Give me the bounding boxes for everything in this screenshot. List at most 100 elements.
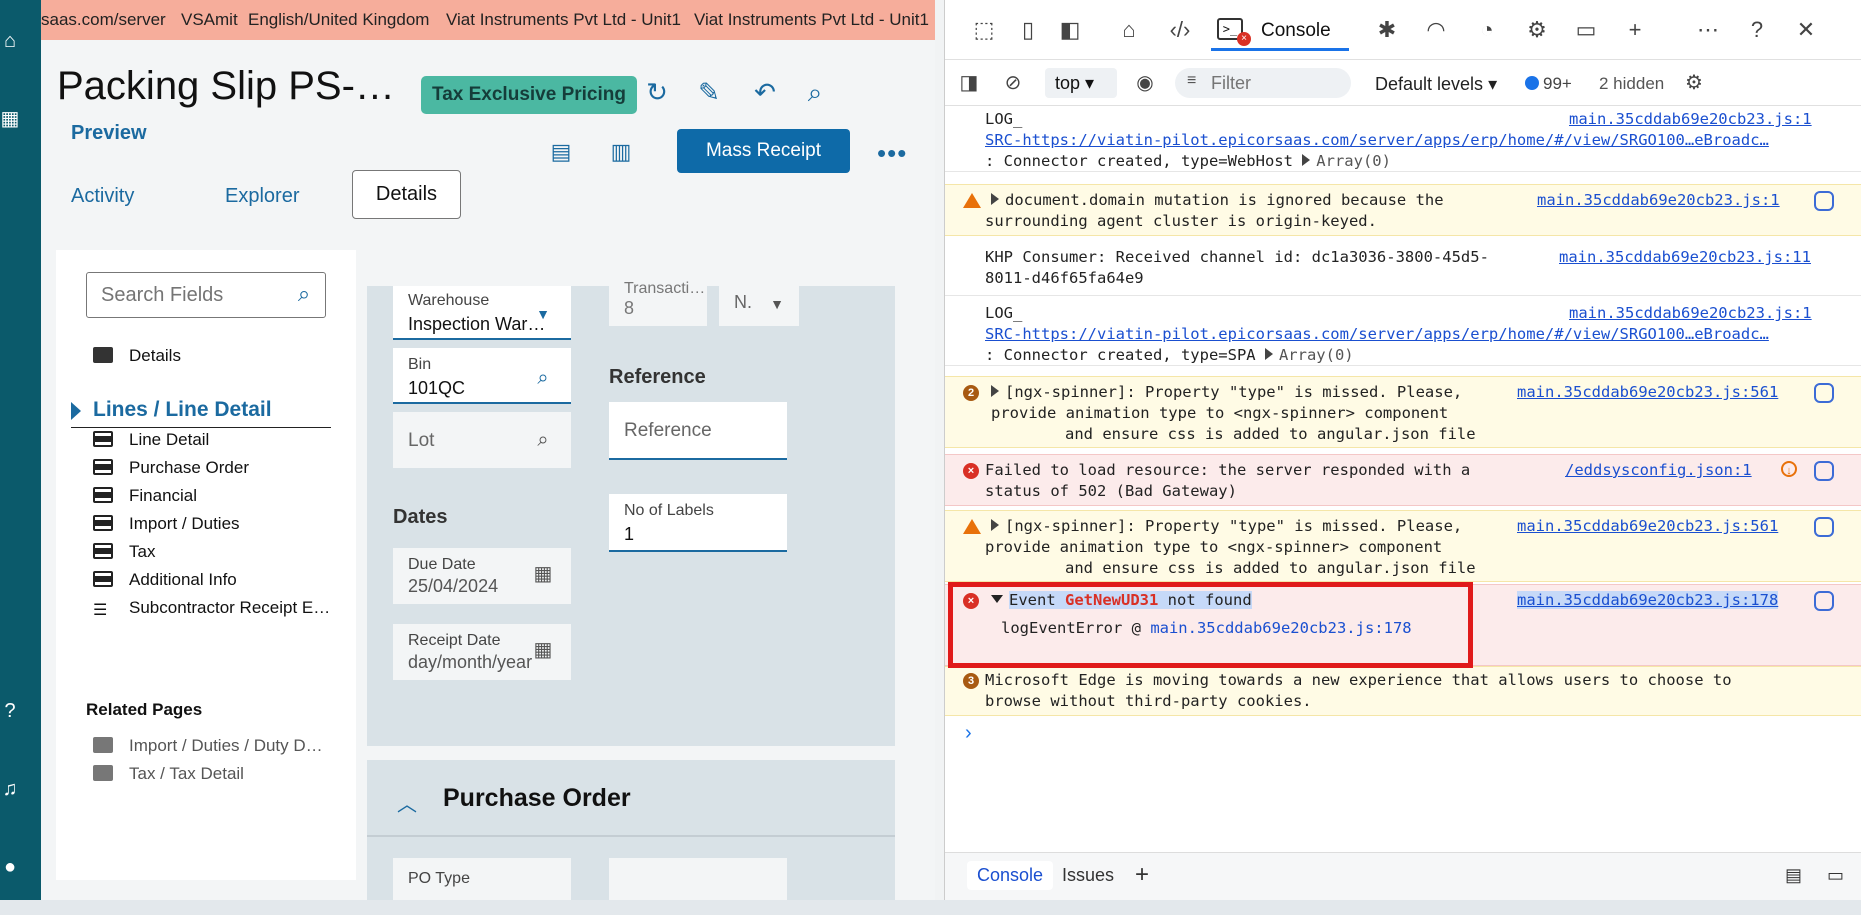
due-date-field[interactable]: Due Date 25/04/2024 ▦ <box>393 548 571 604</box>
performance-gauge-icon[interactable]: ◔ <box>1472 16 1502 44</box>
network-request-icon[interactable]: ↓ <box>1781 461 1797 477</box>
po-field-empty[interactable] <box>609 858 787 900</box>
console-message-warning[interactable]: document.domain mutation is ignored beca… <box>945 184 1861 236</box>
source-link[interactable]: /eddsysconfig.json:1 <box>1565 461 1752 479</box>
calendar-icon[interactable]: ▦ <box>531 638 555 662</box>
lot-field[interactable]: Lot ⌕ <box>393 412 571 468</box>
purchase-order-title[interactable]: Purchase Order <box>443 784 631 813</box>
related-import-duties[interactable]: Import / Duties / Duty D… <box>93 736 323 762</box>
tree-item-line-detail[interactable]: Line Detail <box>93 430 209 456</box>
reference-field[interactable]: Reference <box>609 402 787 460</box>
issues-count-badge[interactable]: 99+ <box>1525 74 1572 94</box>
application-window-icon[interactable]: ▭ <box>1571 16 1601 44</box>
device-emulation-icon[interactable]: ▯ <box>1013 16 1043 44</box>
expand-caret-icon[interactable] <box>991 519 999 531</box>
user-icon[interactable]: ● <box>0 856 20 878</box>
tree-item-financial[interactable]: Financial <box>93 486 197 512</box>
stack-source-link[interactable]: main.35cddab69e20cb23.js:178 <box>1150 619 1411 637</box>
source-link[interactable]: main.35cddab69e20cb23.js:1 <box>1537 191 1780 209</box>
tree-item-import-duties[interactable]: Import / Duties <box>93 514 240 540</box>
inspect-element-icon[interactable]: ⬚ <box>969 16 999 44</box>
console-message-warning[interactable]: [ngx-spinner]: Property "type" is missed… <box>945 510 1861 582</box>
expand-caret-icon[interactable] <box>1302 154 1311 166</box>
filter-input[interactable] <box>1211 68 1341 98</box>
tree-header-lines[interactable]: Lines / Line Detail <box>71 398 331 428</box>
welcome-home-icon[interactable]: ⌂ <box>1114 16 1144 44</box>
help-icon[interactable]: ? <box>0 700 20 722</box>
source-link[interactable]: main.35cddab69e20cb23.js:561 <box>1517 383 1778 401</box>
tab-activity[interactable]: Activity <box>71 185 134 208</box>
source-link[interactable]: main.35cddab69e20cb23.js:11 <box>1559 248 1811 266</box>
chevron-down-icon[interactable]: ▼ <box>531 302 555 326</box>
n-dropdown[interactable]: N. ▼ <box>719 286 799 326</box>
home-icon[interactable]: ⌂ <box>0 30 20 52</box>
transaction-field[interactable]: Transacti… 8 <box>609 280 707 326</box>
undo-icon[interactable]: ↶ <box>747 74 783 110</box>
console-message-log[interactable]: KHP Consumer: Received channel id: dc1a3… <box>945 244 1861 296</box>
undock-icon[interactable]: ▭ <box>1827 865 1844 886</box>
search-lookup-icon[interactable]: ⌕ <box>531 366 555 390</box>
copilot-explain-icon[interactable] <box>1814 191 1834 211</box>
tab-explorer[interactable]: Explorer <box>225 185 299 208</box>
search-icon[interactable]: ⌕ <box>797 74 833 110</box>
search-icon[interactable]: ⌕ <box>291 281 317 307</box>
panel-icon[interactable]: ▤ <box>543 134 579 170</box>
console-message-warning-group[interactable]: 2 [ngx-spinner]: Property "type" is miss… <box>945 376 1861 448</box>
chart-icon[interactable]: ▥ <box>603 134 639 170</box>
tab-console[interactable]: >_ × Console <box>1211 14 1349 52</box>
help-icon[interactable]: ? <box>1742 16 1772 44</box>
network-wifi-icon[interactable]: ◠ <box>1421 16 1451 44</box>
console-prompt-icon[interactable]: › <box>965 722 972 745</box>
bin-field[interactable]: Bin 101QC ⌕ <box>393 348 571 404</box>
close-icon[interactable]: ✕ <box>1791 16 1821 44</box>
clear-brush-icon[interactable]: ✎ <box>691 74 727 110</box>
console-message-log[interactable]: LOG_ SRC-https://viatin-pilot.epicorsaas… <box>945 300 1861 366</box>
preview-link[interactable]: Preview <box>71 122 147 145</box>
apps-grid-icon[interactable]: ▦ <box>0 108 20 130</box>
context-select[interactable]: top ▾ <box>1045 68 1117 98</box>
tree-item-additional-info[interactable]: Additional Info <box>93 570 237 596</box>
receipt-date-field[interactable]: Receipt Date day/month/year ▦ <box>393 624 571 680</box>
elements-code-icon[interactable]: ‹/› <box>1165 16 1195 44</box>
bug-icon[interactable]: ✱ <box>1372 16 1402 44</box>
dock-drawer-icon[interactable]: ▤ <box>1785 865 1802 886</box>
tree-item-details[interactable]: Details <box>93 346 181 372</box>
copilot-explain-icon[interactable] <box>1814 461 1834 481</box>
search-fields-input[interactable] <box>87 273 287 317</box>
po-type-field[interactable]: PO Type <box>393 858 571 900</box>
expand-caret-icon[interactable] <box>991 385 999 397</box>
drawer-tab-issues[interactable]: Issues <box>1062 865 1114 886</box>
expand-caret-icon[interactable] <box>1264 348 1273 360</box>
clear-console-icon[interactable]: ⊘ <box>999 69 1027 97</box>
console-message-error-getnewud31[interactable]: × Event GetNewUD31 not found logEventErr… <box>945 584 1861 666</box>
log-levels-select[interactable]: Default levels ▾ <box>1375 74 1497 95</box>
collapse-caret-icon[interactable] <box>991 595 1003 603</box>
tree-item-subcontractor[interactable]: ☰ Subcontractor Receipt E… <box>93 598 330 624</box>
calendar-icon[interactable]: ▦ <box>531 562 555 586</box>
tree-item-purchase-order[interactable]: Purchase Order <box>93 458 249 484</box>
search-lookup-icon[interactable]: ⌕ <box>531 428 555 452</box>
memory-chip-icon[interactable]: ⚙ <box>1522 16 1552 44</box>
gear-icon[interactable]: ⚙ <box>1680 69 1708 97</box>
source-link[interactable]: main.35cddab69e20cb23.js:178 <box>1517 591 1779 609</box>
warehouse-field[interactable]: Warehouse Inspection Wareh… ▼ <box>393 286 571 340</box>
console-message-error[interactable]: × Failed to load resource: the server re… <box>945 454 1861 506</box>
message-url-link[interactable]: SRC-https://viatin-pilot.epicorsaas.com/… <box>985 325 1797 343</box>
live-expression-eye-icon[interactable]: ◉ <box>1131 69 1159 97</box>
no-of-labels-field[interactable]: No of Labels 1 <box>609 494 787 552</box>
dock-sidebar-icon[interactable]: ◧ <box>1055 16 1085 44</box>
drawer-tab-console[interactable]: Console <box>967 861 1054 890</box>
message-url-link[interactable]: SRC-https://viatin-pilot.epicorsaas.com/… <box>985 131 1797 149</box>
console-message-log[interactable]: LOG_ SRC-https://viatin-pilot.epicorsaas… <box>945 106 1861 172</box>
source-link[interactable]: main.35cddab69e20cb23.js:1 <box>1569 110 1812 128</box>
related-tax-detail[interactable]: Tax / Tax Detail <box>93 764 244 790</box>
tree-item-tax[interactable]: Tax <box>93 542 155 568</box>
console-message-warning-group[interactable]: 3 Microsoft Edge is moving towards a new… <box>945 666 1861 716</box>
copilot-explain-icon[interactable] <box>1814 383 1834 403</box>
expand-caret-icon[interactable] <box>991 193 999 205</box>
chevron-down-icon[interactable]: ▼ <box>765 292 789 316</box>
chevron-up-icon[interactable]: ︿ <box>397 788 417 817</box>
copilot-explain-icon[interactable] <box>1814 517 1834 537</box>
bell-icon[interactable]: ♫ <box>0 778 20 800</box>
source-link[interactable]: main.35cddab69e20cb23.js:561 <box>1517 517 1778 535</box>
